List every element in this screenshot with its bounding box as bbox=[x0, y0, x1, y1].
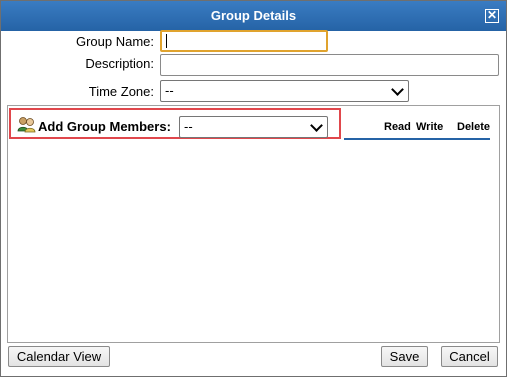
description-label: Description: bbox=[85, 56, 154, 71]
group-users-icon bbox=[17, 117, 36, 133]
group-members-panel bbox=[7, 105, 500, 343]
add-members-value: -- bbox=[184, 119, 193, 134]
chevron-down-icon bbox=[310, 119, 323, 132]
calendar-view-button[interactable]: Calendar View bbox=[8, 346, 110, 367]
group-name-input[interactable] bbox=[160, 30, 328, 52]
column-delete: Delete bbox=[457, 121, 491, 133]
column-read: Read bbox=[384, 121, 411, 133]
add-group-members-select[interactable]: -- bbox=[179, 116, 328, 138]
chevron-down-icon bbox=[391, 83, 404, 96]
cancel-button[interactable]: Cancel bbox=[441, 346, 498, 367]
time-zone-select[interactable]: -- bbox=[160, 80, 409, 102]
close-icon[interactable]: ✕ bbox=[485, 9, 499, 23]
group-name-label: Group Name: bbox=[75, 34, 154, 49]
dialog-titlebar[interactable]: Group Details ✕ bbox=[1, 1, 506, 31]
text-caret bbox=[166, 34, 167, 48]
description-input[interactable] bbox=[160, 54, 499, 76]
time-zone-label: Time Zone: bbox=[88, 84, 154, 99]
save-button[interactable]: Save bbox=[381, 346, 428, 367]
dialog-title: Group Details bbox=[210, 8, 297, 23]
column-write: Write bbox=[416, 121, 444, 133]
add-group-members-label: Add Group Members: bbox=[38, 119, 171, 134]
column-header-rule bbox=[344, 138, 490, 140]
time-zone-value: -- bbox=[165, 83, 174, 98]
